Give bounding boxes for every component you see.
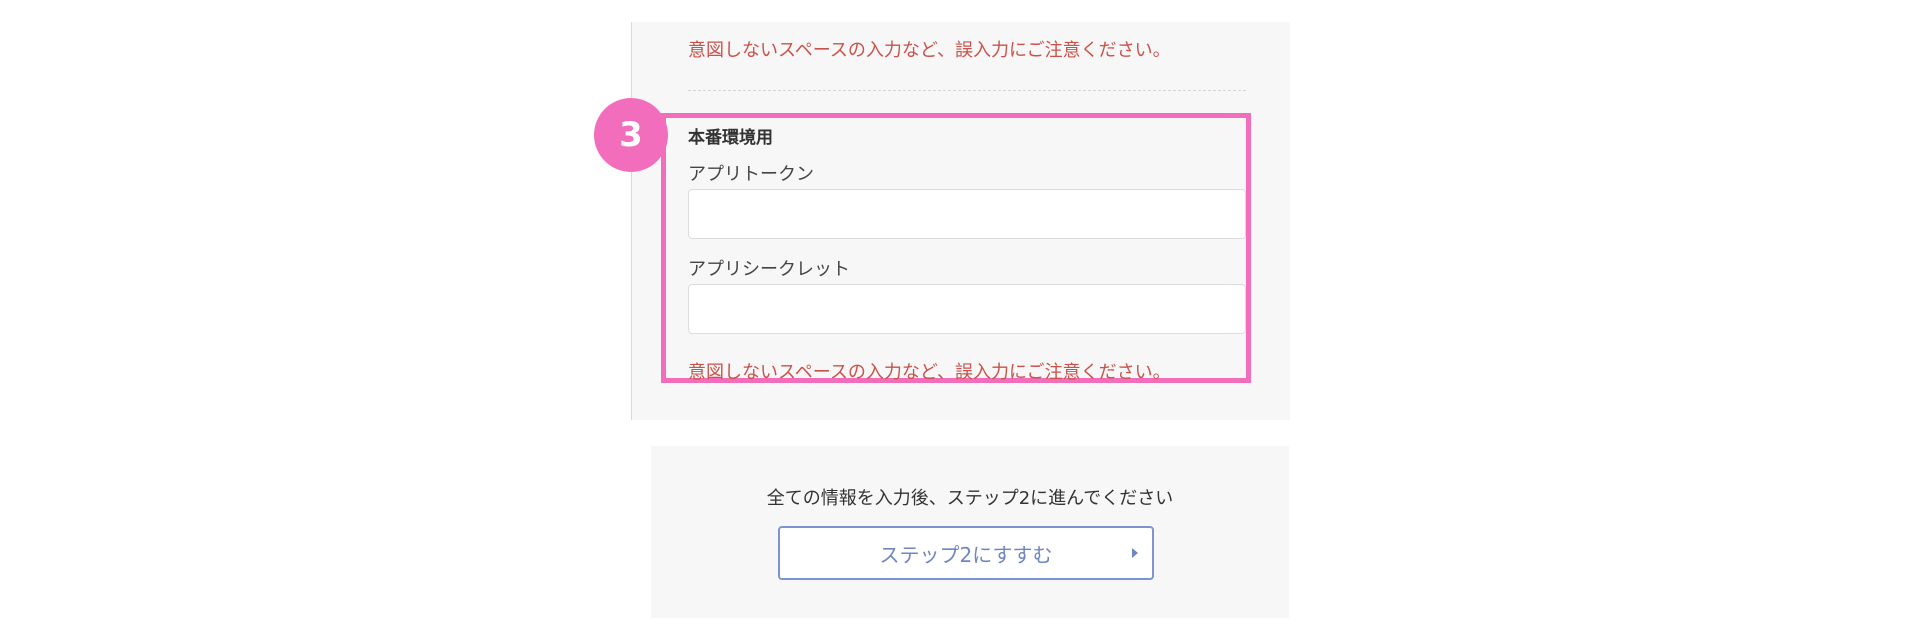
step-number-badge: 3 [594,98,668,172]
input-warning-text: 意図しないスペースの入力など、誤入力にご注意ください。 [688,40,1171,61]
app-secret-label: アプリシークレット [688,259,850,280]
next-step-button[interactable]: ステップ2にすすむ [778,526,1154,580]
app-secret-input[interactable] [688,284,1246,334]
app-token-input[interactable] [688,189,1246,239]
production-section-title: 本番環境用 [688,128,773,148]
next-step-instruction: 全ての情報を入力後、ステップ2に進んでください [766,488,1174,509]
production-warning-text: 意図しないスペースの入力など、誤入力にご注意ください。 [688,362,1171,383]
next-step-button-label: ステップ2にすすむ [879,542,1053,567]
triangle-right-icon [1132,548,1138,558]
app-token-label: アプリトークン [688,164,814,185]
highlight-frame [661,113,1251,383]
section-divider [688,90,1246,91]
